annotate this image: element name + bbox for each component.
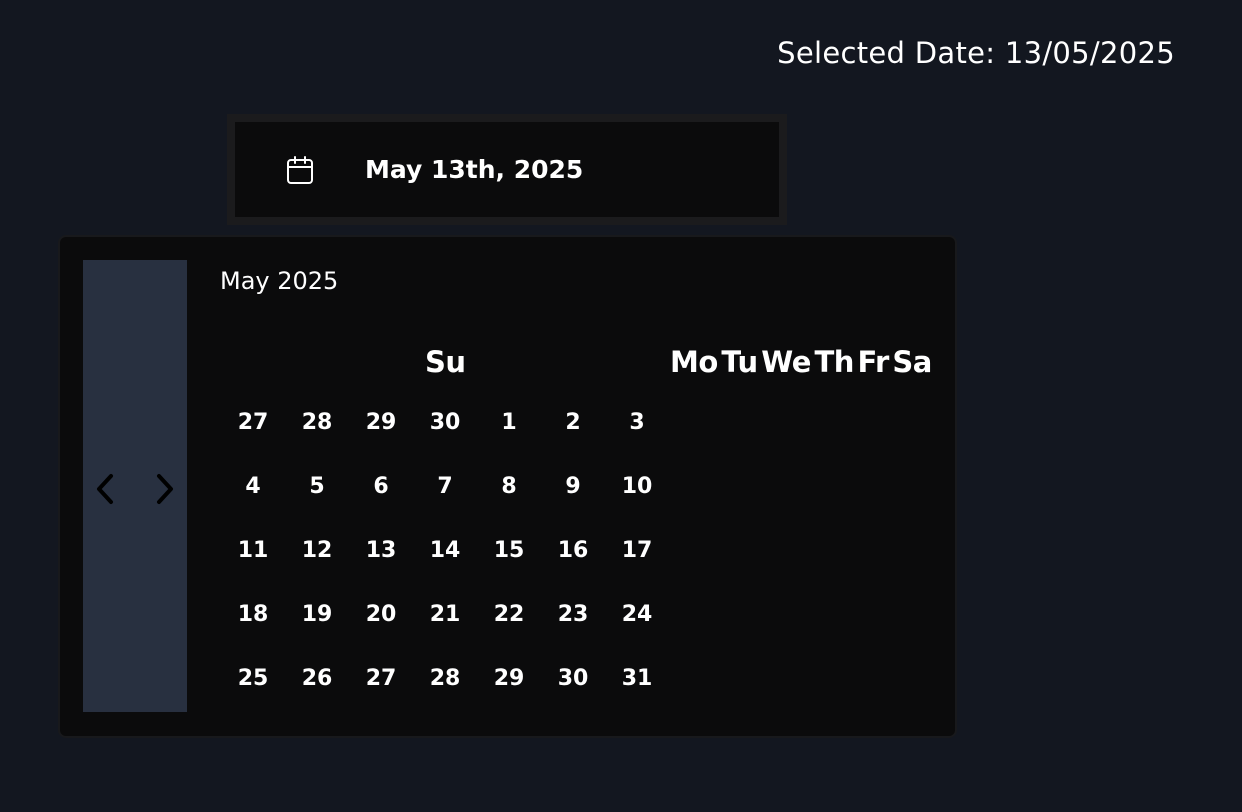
day-cell[interactable]: 15: [477, 531, 541, 571]
selected-date-label: Selected Date: 13/05/2025: [777, 36, 1175, 70]
page: Selected Date: 13/05/2025 May 13th, 2025: [0, 0, 1242, 812]
calendar-popover: May 2025 Su Mo Tu We Th Fr Sa 27 28 29 30 1 2…: [58, 235, 957, 738]
day-cell[interactable]: 26: [285, 659, 349, 699]
day-cell[interactable]: 29: [349, 403, 413, 443]
previous-month-button[interactable]: [89, 469, 121, 509]
day-cell[interactable]: 4: [221, 467, 285, 507]
day-cell[interactable]: 27: [221, 403, 285, 443]
day-cell[interactable]: 31: [605, 659, 669, 699]
day-cell[interactable]: 21: [413, 595, 477, 635]
chevron-left-icon: [97, 474, 113, 504]
day-cell[interactable]: 11: [221, 531, 285, 571]
day-cell[interactable]: 3: [605, 403, 669, 443]
weekday-fr: Fr: [857, 345, 890, 379]
day-cell[interactable]: 24: [605, 595, 669, 635]
day-cell[interactable]: 16: [541, 531, 605, 571]
day-cell[interactable]: 30: [413, 403, 477, 443]
weekday-tu: Tu: [721, 345, 758, 379]
day-cell[interactable]: 27: [349, 659, 413, 699]
day-cell[interactable]: 30: [541, 659, 605, 699]
next-month-button[interactable]: [149, 469, 181, 509]
day-cell[interactable]: 10: [605, 467, 669, 507]
day-cell[interactable]: 13: [349, 531, 413, 571]
weekday-su: Su: [425, 345, 466, 379]
date-picker-value: May 13th, 2025: [365, 155, 584, 184]
day-cell[interactable]: 5: [285, 467, 349, 507]
day-cell[interactable]: 14: [413, 531, 477, 571]
day-cell[interactable]: 18: [221, 595, 285, 635]
chevron-right-icon: [157, 474, 173, 504]
day-cell[interactable]: 6: [349, 467, 413, 507]
day-cell[interactable]: 29: [477, 659, 541, 699]
weekday-we: We: [761, 345, 811, 379]
day-cell[interactable]: 20: [349, 595, 413, 635]
day-cell[interactable]: 1: [477, 403, 541, 443]
weekday-sa: Sa: [892, 345, 932, 379]
day-cell[interactable]: 2: [541, 403, 605, 443]
day-cell[interactable]: 22: [477, 595, 541, 635]
day-cell[interactable]: 25: [221, 659, 285, 699]
weekday-th: Th: [814, 345, 855, 379]
month-nav: [83, 260, 187, 712]
day-cell[interactable]: 7: [413, 467, 477, 507]
day-cell[interactable]: 19: [285, 595, 349, 635]
day-cell[interactable]: 28: [413, 659, 477, 699]
day-cell[interactable]: 9: [541, 467, 605, 507]
month-caption: May 2025: [220, 267, 339, 295]
weekday-mo: Mo: [670, 345, 718, 379]
day-cell[interactable]: 12: [285, 531, 349, 571]
day-cell[interactable]: 28: [285, 403, 349, 443]
calendar-icon: [286, 155, 314, 185]
day-cell[interactable]: 23: [541, 595, 605, 635]
weekday-group: Mo Tu We Th Fr Sa: [670, 345, 932, 379]
date-picker-trigger[interactable]: May 13th, 2025: [235, 122, 779, 217]
day-cell[interactable]: 17: [605, 531, 669, 571]
date-picker-trigger-frame: May 13th, 2025: [227, 114, 787, 225]
day-cell[interactable]: 8: [477, 467, 541, 507]
